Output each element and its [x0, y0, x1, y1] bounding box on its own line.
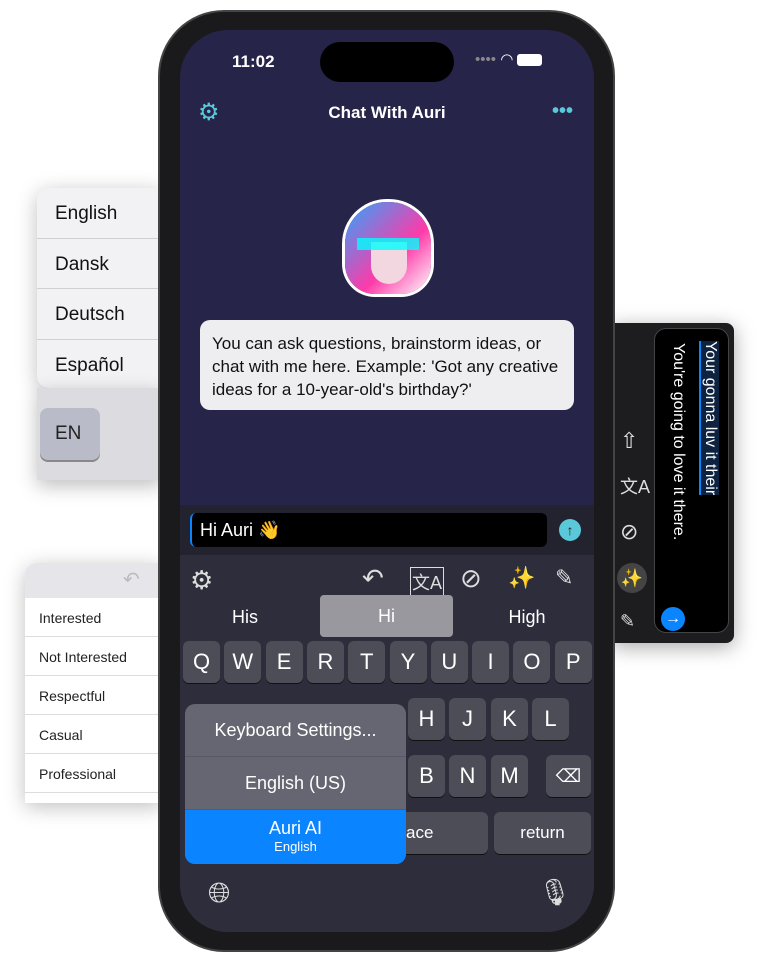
translate-icon[interactable]: 文A: [410, 567, 445, 597]
key[interactable]: P: [554, 641, 592, 683]
translate-icon[interactable]: 文A: [620, 473, 650, 499]
language-item[interactable]: Español: [37, 340, 162, 389]
key[interactable]: W: [224, 641, 262, 683]
tone-header: ↶: [25, 563, 162, 598]
undo-icon[interactable]: ↶: [362, 563, 384, 594]
key[interactable]: T: [348, 641, 386, 683]
microphone-icon[interactable]: 🎙︎: [538, 877, 571, 908]
proofread-icon[interactable]: ⊘: [620, 519, 638, 545]
chat-input[interactable]: Hi Auri 👋: [190, 513, 547, 547]
assistant-message: You can ask questions, brainstorm ideas,…: [200, 320, 574, 410]
key[interactable]: Q: [183, 641, 220, 683]
suggestion[interactable]: High: [460, 607, 594, 628]
tone-item[interactable]: Not Interested: [25, 637, 162, 676]
tone-item[interactable]: Interested: [25, 598, 162, 637]
signal-icon: ••••: [475, 51, 497, 68]
magic-wand-icon[interactable]: ✨: [508, 565, 535, 591]
tone-item[interactable]: Respectful: [25, 676, 162, 715]
delete-key[interactable]: ⌫: [546, 755, 591, 797]
send-button[interactable]: ↑: [559, 519, 581, 541]
language-key[interactable]: EN: [40, 408, 100, 460]
status-icons: •••• ◠: [475, 50, 543, 68]
undo-icon[interactable]: ↶: [123, 567, 140, 592]
more-icon[interactable]: •••: [552, 100, 573, 123]
language-item[interactable]: English: [37, 188, 162, 239]
language-list: English Dansk Deutsch Español: [37, 188, 162, 388]
key[interactable]: K: [491, 698, 528, 740]
correction-box: Your gonna luv it their You're going to …: [654, 328, 729, 633]
shift-icon[interactable]: ⇧: [620, 428, 638, 454]
suggestion-selected[interactable]: Hi: [320, 595, 453, 637]
compose-icon[interactable]: ✎: [555, 565, 573, 591]
battery-icon: [517, 54, 543, 67]
key[interactable]: B: [408, 755, 445, 797]
screen: 11:02 •••• ◠ ⚙ Chat With Auri ••• You ca…: [180, 30, 594, 932]
correction-panel: ⇧ 文A ⊘ ✨ ✎ Your gonna luv it their You'r…: [612, 323, 734, 643]
key[interactable]: M: [491, 755, 528, 797]
wifi-icon: ◠: [500, 51, 514, 68]
english-us-item[interactable]: English (US): [185, 757, 406, 810]
auri-avatar: [345, 202, 431, 294]
key[interactable]: L: [532, 698, 569, 740]
tone-item[interactable]: Casual: [25, 715, 162, 754]
dynamic-island: [320, 42, 454, 82]
auri-ai-sublabel: English: [274, 839, 317, 854]
auri-ai-label: Auri AI: [268, 818, 323, 838]
key[interactable]: I: [472, 641, 510, 683]
keyboard-settings-item[interactable]: Keyboard Settings...: [185, 704, 406, 757]
key[interactable]: U: [430, 641, 468, 683]
suggestion[interactable]: His: [180, 607, 310, 628]
key[interactable]: O: [513, 641, 551, 683]
key[interactable]: E: [265, 641, 303, 683]
corrected-text: You're going to love it there.: [670, 343, 687, 541]
language-item[interactable]: Dansk: [37, 239, 162, 289]
language-item[interactable]: Deutsch: [37, 289, 162, 340]
key[interactable]: Y: [389, 641, 427, 683]
status-time: 11:02: [232, 52, 275, 71]
apply-button[interactable]: →: [661, 607, 685, 631]
auri-ai-item[interactable]: Auri AI English: [185, 810, 406, 864]
keyboard-switcher-menu: Keyboard Settings... English (US) Auri A…: [185, 704, 406, 864]
language-key-panel: EN: [37, 388, 162, 480]
compose-icon[interactable]: ✎: [620, 611, 635, 632]
phone-frame: 11:02 •••• ◠ ⚙ Chat With Auri ••• You ca…: [160, 12, 613, 950]
magic-wand-icon[interactable]: ✨: [617, 563, 647, 593]
key[interactable]: R: [306, 641, 344, 683]
page-title: Chat With Auri: [328, 103, 446, 122]
keyboard-settings-icon[interactable]: ⚙: [190, 565, 213, 596]
tone-list: ↶ Interested Not Interested Respectful C…: [25, 563, 162, 803]
key[interactable]: H: [408, 698, 445, 740]
key[interactable]: N: [449, 755, 486, 797]
original-text[interactable]: Your gonna luv it their: [699, 341, 719, 496]
tone-item[interactable]: Professional: [25, 754, 162, 793]
globe-icon[interactable]: 🌐︎: [208, 877, 230, 910]
proofread-icon[interactable]: ⊘: [460, 563, 482, 594]
return-key[interactable]: return: [494, 812, 591, 854]
key[interactable]: J: [449, 698, 486, 740]
